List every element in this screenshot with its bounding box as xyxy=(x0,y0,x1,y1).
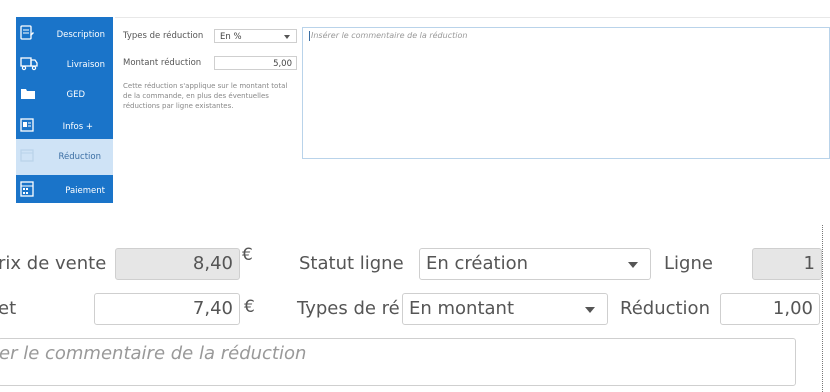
prix-vente-field: 8,40 xyxy=(115,248,240,280)
net-field[interactable]: 7,40 xyxy=(94,293,240,325)
amount-reduction-input[interactable]: 5,00 xyxy=(214,56,297,70)
line-comment-textarea[interactable]: er le commentaire de la réduction xyxy=(0,338,796,386)
type-reduction-select[interactable]: En % xyxy=(214,29,297,43)
reduction-note: Cette réduction s'applique sur le montan… xyxy=(123,82,288,110)
dotted-border xyxy=(822,225,823,392)
sidebar-item-ged[interactable]: GED xyxy=(16,77,113,113)
sidebar: Description Livraison GED Infos + Réduct… xyxy=(16,17,113,203)
type-reduction-value: En % xyxy=(220,32,242,42)
chevron-down-icon xyxy=(628,262,638,268)
net-value: 7,40 xyxy=(192,298,233,319)
ligne-value: 1 xyxy=(803,253,815,274)
sidebar-item-label: Livraison xyxy=(66,60,105,70)
sidebar-item-reduction[interactable]: Réduction xyxy=(16,139,113,175)
chevron-down-icon xyxy=(284,35,290,39)
ligne-label: Ligne xyxy=(664,253,713,274)
reduction-comment-textarea[interactable]: Insérer le commentaire de la réduction xyxy=(302,27,830,159)
statut-ligne-select[interactable]: En création xyxy=(419,248,651,280)
ligne-field: 1 xyxy=(752,248,822,280)
prix-vente-label: rix de vente xyxy=(0,253,107,274)
statut-ligne-label: Statut ligne xyxy=(299,253,404,274)
amount-reduction-label: Montant réduction xyxy=(123,58,202,68)
net-currency: € xyxy=(244,297,255,317)
prix-vente-value: 8,40 xyxy=(192,253,233,274)
text-caret xyxy=(309,31,310,41)
statut-ligne-value: En création xyxy=(426,253,528,274)
sidebar-item-label: GED xyxy=(66,90,85,100)
line-comment-placeholder: er le commentaire de la réduction xyxy=(0,343,307,364)
sidebar-item-paiement[interactable]: Paiement xyxy=(16,173,113,209)
chevron-down-icon xyxy=(585,307,595,313)
sidebar-item-label: Réduction xyxy=(58,152,102,162)
reduction-label: Réduction xyxy=(620,298,710,319)
comment-placeholder: Insérer le commentaire de la réduction xyxy=(311,31,468,40)
sidebar-item-label: Paiement xyxy=(65,186,105,196)
types-reduction-select[interactable]: En montant xyxy=(402,293,608,325)
reduction-panel: Description Livraison GED Infos + Réduct… xyxy=(0,0,830,205)
sidebar-item-label: Infos + xyxy=(62,122,93,132)
reduction-value: 1,00 xyxy=(772,298,813,319)
divider xyxy=(115,17,830,18)
reduction-input[interactable]: 1,00 xyxy=(720,293,820,325)
net-label: et xyxy=(0,298,17,319)
prix-currency: € xyxy=(242,245,253,265)
types-reduction-label: Types de ré xyxy=(297,298,400,319)
types-reduction-value: En montant xyxy=(409,298,515,319)
type-reduction-label: Types de réduction xyxy=(123,31,204,41)
sidebar-item-label: Description xyxy=(56,30,105,40)
amount-reduction-value: 5,00 xyxy=(273,59,292,69)
